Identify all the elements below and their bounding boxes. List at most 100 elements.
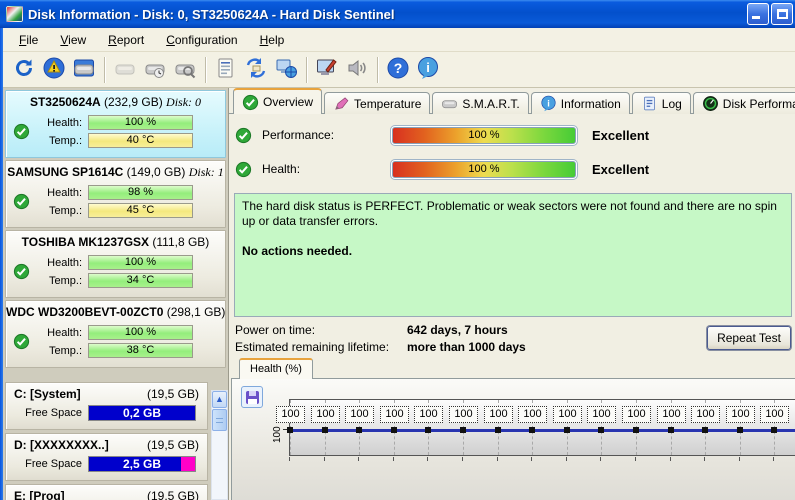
help-button[interactable]: ? (383, 55, 413, 85)
partition-item[interactable]: C: [System] (19,5 GB) Free Space 0,2 GB (5, 382, 208, 430)
data-point (564, 427, 570, 433)
x-tick (393, 457, 394, 461)
data-point-label: 100 (414, 406, 443, 423)
disk-information-button[interactable] (69, 55, 99, 85)
data-point-label: 100 (760, 406, 789, 423)
data-point (356, 427, 362, 433)
tab-overview[interactable]: Overview (233, 88, 323, 114)
disk-item[interactable]: SAMSUNG SP1614C (149,0 GB) Disk: 1 Health… (5, 160, 226, 228)
disk-health-bar: 100 % (88, 325, 193, 340)
report-icon (214, 56, 238, 83)
partition-item[interactable]: D: [XXXXXXXX..] (19,5 GB) Free Space 2,5 GB (5, 433, 208, 481)
tab-log[interactable]: Log (631, 92, 691, 114)
data-point (322, 427, 328, 433)
repeat-test-button[interactable]: Repeat Test (707, 326, 791, 350)
disk-size: (111,8 GB) (152, 235, 210, 249)
data-point-label: 100 (276, 406, 305, 423)
disk-ok-icon (13, 333, 30, 353)
about-button[interactable]: i (413, 55, 443, 85)
menu-file[interactable]: File (9, 30, 48, 50)
disk-temp-bar: 38 °C (88, 343, 193, 358)
tab-information[interactable]: i Information (530, 92, 630, 114)
partition-header: E: [Prog] (19,5 GB) (6, 485, 207, 500)
data-point (529, 427, 535, 433)
tab-bar: Overview Temperature S.M.A.R.T. i Informatio… (229, 88, 795, 114)
alert-settings-button[interactable] (39, 55, 69, 85)
disk-schedule-button[interactable] (140, 55, 170, 85)
x-tick (427, 457, 428, 461)
disk-name: ST3250624A (29, 95, 101, 109)
maximize-button[interactable] (771, 3, 793, 25)
app-icon (6, 6, 23, 22)
tab-label: Temperature (354, 96, 422, 111)
disk-analyse-button[interactable] (170, 55, 200, 85)
performance-row: Performance: 100 % Excellent (235, 124, 795, 146)
disk-temp-row: Temp.: 34 °C (6, 273, 225, 288)
help-icon: ? (386, 56, 410, 83)
disk-header: TOSHIBA MK1237GSX (111,8 GB) (6, 231, 225, 250)
tab-temperature[interactable]: Temperature (324, 92, 431, 114)
free-space-bar: 0,2 GB (88, 405, 196, 421)
menu-report[interactable]: Report (98, 30, 154, 50)
data-point (633, 427, 639, 433)
menu-view[interactable]: View (50, 30, 96, 50)
disk-size: (298,1 GB) (166, 305, 225, 319)
sounds-button[interactable] (342, 55, 372, 85)
x-tick (600, 457, 601, 461)
disk-analyse-icon (173, 56, 197, 83)
health-bar: 100 % (390, 158, 578, 180)
disk-health-bar: 100 % (88, 255, 193, 270)
settings-icon (315, 56, 339, 83)
network-status-icon (274, 56, 298, 83)
refresh-button[interactable] (9, 55, 39, 85)
disk-item[interactable]: ST3250624A (232,9 GB) Disk: 0 Health: 100 … (5, 90, 226, 158)
menu-configuration[interactable]: Configuration (156, 30, 247, 50)
performance-label: Performance: (262, 128, 335, 142)
power-on-time-value: 642 days, 7 hours (407, 323, 508, 337)
tab-label: Log (661, 96, 682, 111)
data-point-label: 100 (311, 406, 340, 423)
disk-size: (232,9 GB) (104, 95, 163, 109)
partition-scrollbar[interactable]: ▲ (211, 390, 228, 500)
data-point-label: 100 (518, 406, 547, 423)
tab-label: S.M.A.R.T. (462, 96, 520, 111)
disk-test-icon (113, 56, 137, 83)
report-button[interactable] (211, 55, 241, 85)
data-point (425, 427, 431, 433)
disk-health-row: Health: 100 % (6, 115, 225, 130)
settings-button[interactable] (312, 55, 342, 85)
minimize-button[interactable] (747, 3, 769, 25)
scrollbar-thumb[interactable] (212, 409, 227, 431)
tab-disk-performance[interactable]: Disk Performance (692, 92, 795, 114)
data-point-label: 100 (345, 406, 374, 423)
disk-temp-row: Temp.: 45 °C (6, 203, 225, 218)
status-message-box: The hard disk status is PERFECT. Problem… (234, 193, 792, 317)
network-status-button[interactable] (271, 55, 301, 85)
save-chart-button[interactable] (241, 386, 263, 408)
disk-name: SAMSUNG SP1614C (7, 165, 124, 179)
partition-size: (19,5 GB) (146, 438, 199, 452)
y-axis-tick-label: 100 (272, 426, 283, 443)
svg-text:?: ? (394, 60, 403, 76)
x-tick (497, 457, 498, 461)
scroll-up-button[interactable]: ▲ (212, 391, 227, 408)
save-icon (245, 390, 259, 404)
health-percent-subtab[interactable]: Health (%) (239, 358, 313, 379)
x-tick (358, 457, 359, 461)
free-space-segment (181, 457, 195, 471)
disk-item[interactable]: WDC WD3200BEVT-00ZCT0 (298,1 GB) Health:… (5, 300, 226, 368)
data-point-label: 100 (726, 406, 755, 423)
disk-schedule-icon (143, 56, 167, 83)
disk-ok-icon (13, 193, 30, 213)
x-tick (462, 457, 463, 461)
disk-item[interactable]: TOSHIBA MK1237GSX (111,8 GB) Health: 100 … (5, 230, 226, 298)
partition-item[interactable]: E: [Prog](19,5 GB)Free Space (5, 484, 208, 500)
x-tick (670, 457, 671, 461)
disk-name: TOSHIBA MK1237GSX (21, 235, 150, 249)
disk-ok-icon (13, 123, 30, 143)
menu-help[interactable]: Help (250, 30, 295, 50)
tab-s-m-a-r-t-[interactable]: S.M.A.R.T. (432, 92, 529, 114)
send-report-button[interactable] (241, 55, 271, 85)
sidebar-divider (5, 370, 226, 382)
disk-name: WDC WD3200BEVT-00ZCT0 (6, 305, 164, 319)
